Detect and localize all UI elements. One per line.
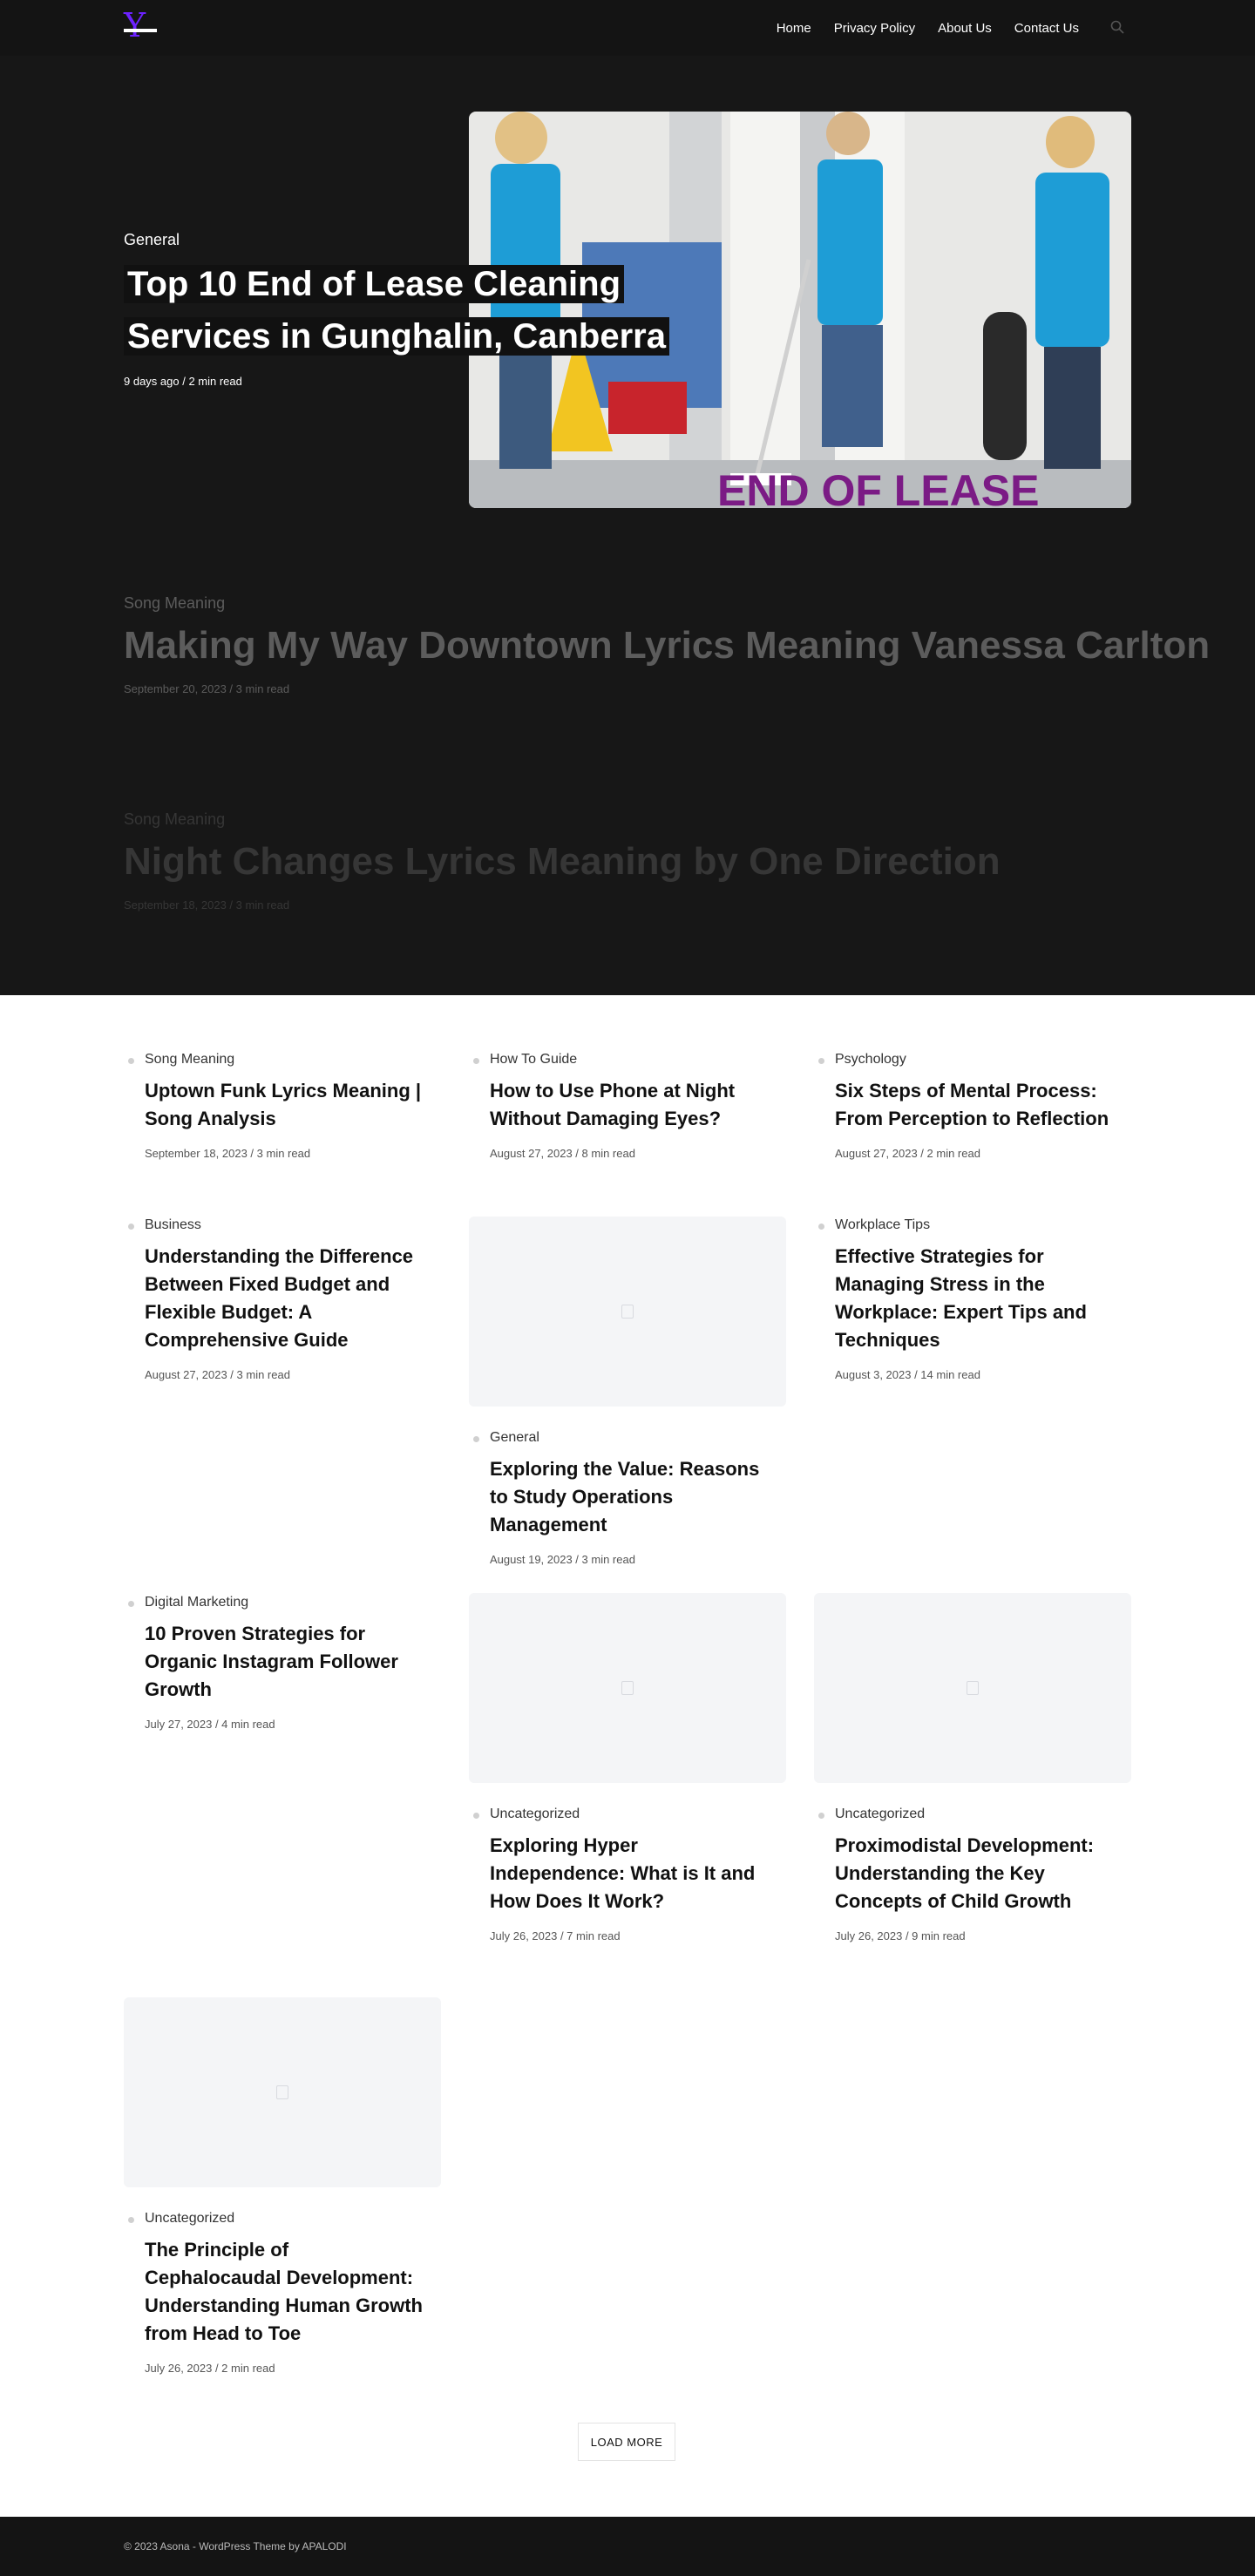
post-meta: August 27, 2023 / 3 min read: [145, 1368, 290, 1381]
image-text: END OF LEASE: [717, 466, 1039, 508]
post-category[interactable]: How To Guide: [490, 1051, 786, 1068]
hero-post-category[interactable]: Song Meaning: [124, 594, 1210, 613]
post-title[interactable]: Exploring the Value: Reasons to Study Op…: [490, 1455, 769, 1539]
post-meta: July 26, 2023 / 9 min read: [835, 1929, 966, 1942]
nav-about-us[interactable]: About Us: [938, 21, 992, 36]
post-card[interactable]: Uncategorized Exploring Hyper Independen…: [469, 1593, 786, 1942]
post-category[interactable]: Business: [145, 1217, 441, 1234]
category-dot: [128, 2217, 134, 2223]
site-logo[interactable]: Y: [124, 6, 159, 44]
post-meta: August 27, 2023 / 8 min read: [490, 1147, 635, 1160]
category-dot: [818, 1224, 824, 1230]
post-category[interactable]: Uncategorized: [490, 1806, 786, 1823]
category-dot: [473, 1058, 479, 1064]
image-placeholder-icon: [621, 1681, 634, 1695]
logo-bar: [124, 29, 157, 32]
nav-home[interactable]: Home: [777, 21, 811, 36]
hero-post-title[interactable]: Making My Way Downtown Lyrics Meaning Va…: [124, 621, 1210, 670]
category-dot: [128, 1224, 134, 1230]
post-card[interactable]: General Exploring the Value: Reasons to …: [469, 1217, 786, 1566]
nav-contact-us[interactable]: Contact Us: [1014, 21, 1079, 36]
post-thumbnail[interactable]: [814, 1593, 1131, 1783]
post-title[interactable]: Understanding the Difference Between Fix…: [145, 1243, 424, 1354]
category-dot: [128, 1058, 134, 1064]
post-meta: September 18, 2023 / 3 min read: [145, 1147, 311, 1160]
site-footer: © 2023 Asona - WordPress Theme by APALOD…: [0, 2517, 1255, 2576]
site-header: Y Home Privacy Policy About Us Contact U…: [0, 0, 1255, 56]
category-dot: [473, 1436, 479, 1442]
post-meta: August 27, 2023 / 2 min read: [835, 1147, 980, 1160]
post-category[interactable]: Workplace Tips: [835, 1217, 1131, 1234]
post-title[interactable]: 10 Proven Strategies for Organic Instagr…: [145, 1620, 424, 1704]
image-placeholder-icon: [967, 1681, 979, 1695]
post-title[interactable]: How to Use Phone at Night Without Damagi…: [490, 1077, 769, 1133]
image-placeholder-icon: [276, 2085, 288, 2099]
copyright-text: © 2023 Asona - WordPress Theme by APALOD…: [124, 2540, 347, 2552]
post-card[interactable]: Workplace Tips Effective Strategies for …: [814, 1217, 1131, 1381]
post-title[interactable]: Proximodistal Development: Understanding…: [835, 1832, 1114, 1915]
post-meta: July 26, 2023 / 2 min read: [145, 2362, 275, 2375]
post-thumbnail[interactable]: [124, 1997, 441, 2187]
post-thumbnail[interactable]: [469, 1593, 786, 1783]
post-title[interactable]: Effective Strategies for Managing Stress…: [835, 1243, 1114, 1354]
nav-privacy-policy[interactable]: Privacy Policy: [834, 21, 915, 36]
hero-section: END OF LEASE General Top 10 End of Lease…: [0, 0, 1255, 995]
post-card[interactable]: Song Meaning Uptown Funk Lyrics Meaning …: [124, 1051, 441, 1160]
featured-title[interactable]: Top 10 End of Lease Cleaning Services in…: [124, 258, 682, 363]
post-card[interactable]: Psychology Six Steps of Mental Process: …: [814, 1051, 1131, 1160]
post-meta: July 26, 2023 / 7 min read: [490, 1929, 621, 1942]
post-card[interactable]: Uncategorized The Principle of Cephaloca…: [124, 1997, 441, 2375]
post-category[interactable]: General: [490, 1429, 786, 1447]
post-meta: August 3, 2023 / 14 min read: [835, 1368, 980, 1381]
category-dot: [818, 1058, 824, 1064]
post-card[interactable]: Digital Marketing 10 Proven Strategies f…: [124, 1594, 441, 1731]
hero-post[interactable]: Song Meaning Night Changes Lyrics Meanin…: [124, 810, 1001, 912]
post-title[interactable]: Six Steps of Mental Process: From Percep…: [835, 1077, 1114, 1133]
post-category[interactable]: Digital Marketing: [145, 1594, 441, 1611]
category-dot: [473, 1813, 479, 1819]
category-dot: [128, 1601, 134, 1607]
post-meta: July 27, 2023 / 4 min read: [145, 1718, 275, 1731]
hero-post-meta: September 18, 2023 / 3 min read: [124, 898, 290, 912]
post-card[interactable]: How To Guide How to Use Phone at Night W…: [469, 1051, 786, 1160]
post-thumbnail[interactable]: [469, 1217, 786, 1407]
hero-post[interactable]: Song Meaning Making My Way Downtown Lyri…: [124, 594, 1210, 695]
post-title[interactable]: The Principle of Cephalocaudal Developme…: [145, 2236, 424, 2348]
featured-meta: 9 days ago / 2 min read: [124, 375, 242, 388]
post-title[interactable]: Uptown Funk Lyrics Meaning | Song Analys…: [145, 1077, 424, 1133]
hero-post-category[interactable]: Song Meaning: [124, 810, 1001, 829]
featured-category[interactable]: General: [124, 231, 180, 249]
logo-letter: Y: [124, 6, 146, 44]
hero-post-title[interactable]: Night Changes Lyrics Meaning by One Dire…: [124, 837, 1001, 886]
post-category[interactable]: Uncategorized: [835, 1806, 1131, 1823]
main-nav: Home Privacy Policy About Us Contact Us: [754, 0, 1079, 56]
load-more-button[interactable]: LOAD MORE: [578, 2423, 675, 2461]
post-title[interactable]: Exploring Hyper Independence: What is It…: [490, 1832, 769, 1915]
post-meta: August 19, 2023 / 3 min read: [490, 1553, 635, 1566]
post-category[interactable]: Song Meaning: [145, 1051, 441, 1068]
hero-post-meta: September 20, 2023 / 3 min read: [124, 682, 290, 695]
post-category[interactable]: Uncategorized: [145, 2210, 441, 2227]
image-placeholder-icon: [621, 1305, 634, 1319]
post-card[interactable]: Business Understanding the Difference Be…: [124, 1217, 441, 1381]
post-category[interactable]: Psychology: [835, 1051, 1131, 1068]
category-dot: [818, 1813, 824, 1819]
post-card[interactable]: Uncategorized Proximodistal Development:…: [814, 1593, 1131, 1942]
search-icon[interactable]: [1110, 20, 1124, 34]
